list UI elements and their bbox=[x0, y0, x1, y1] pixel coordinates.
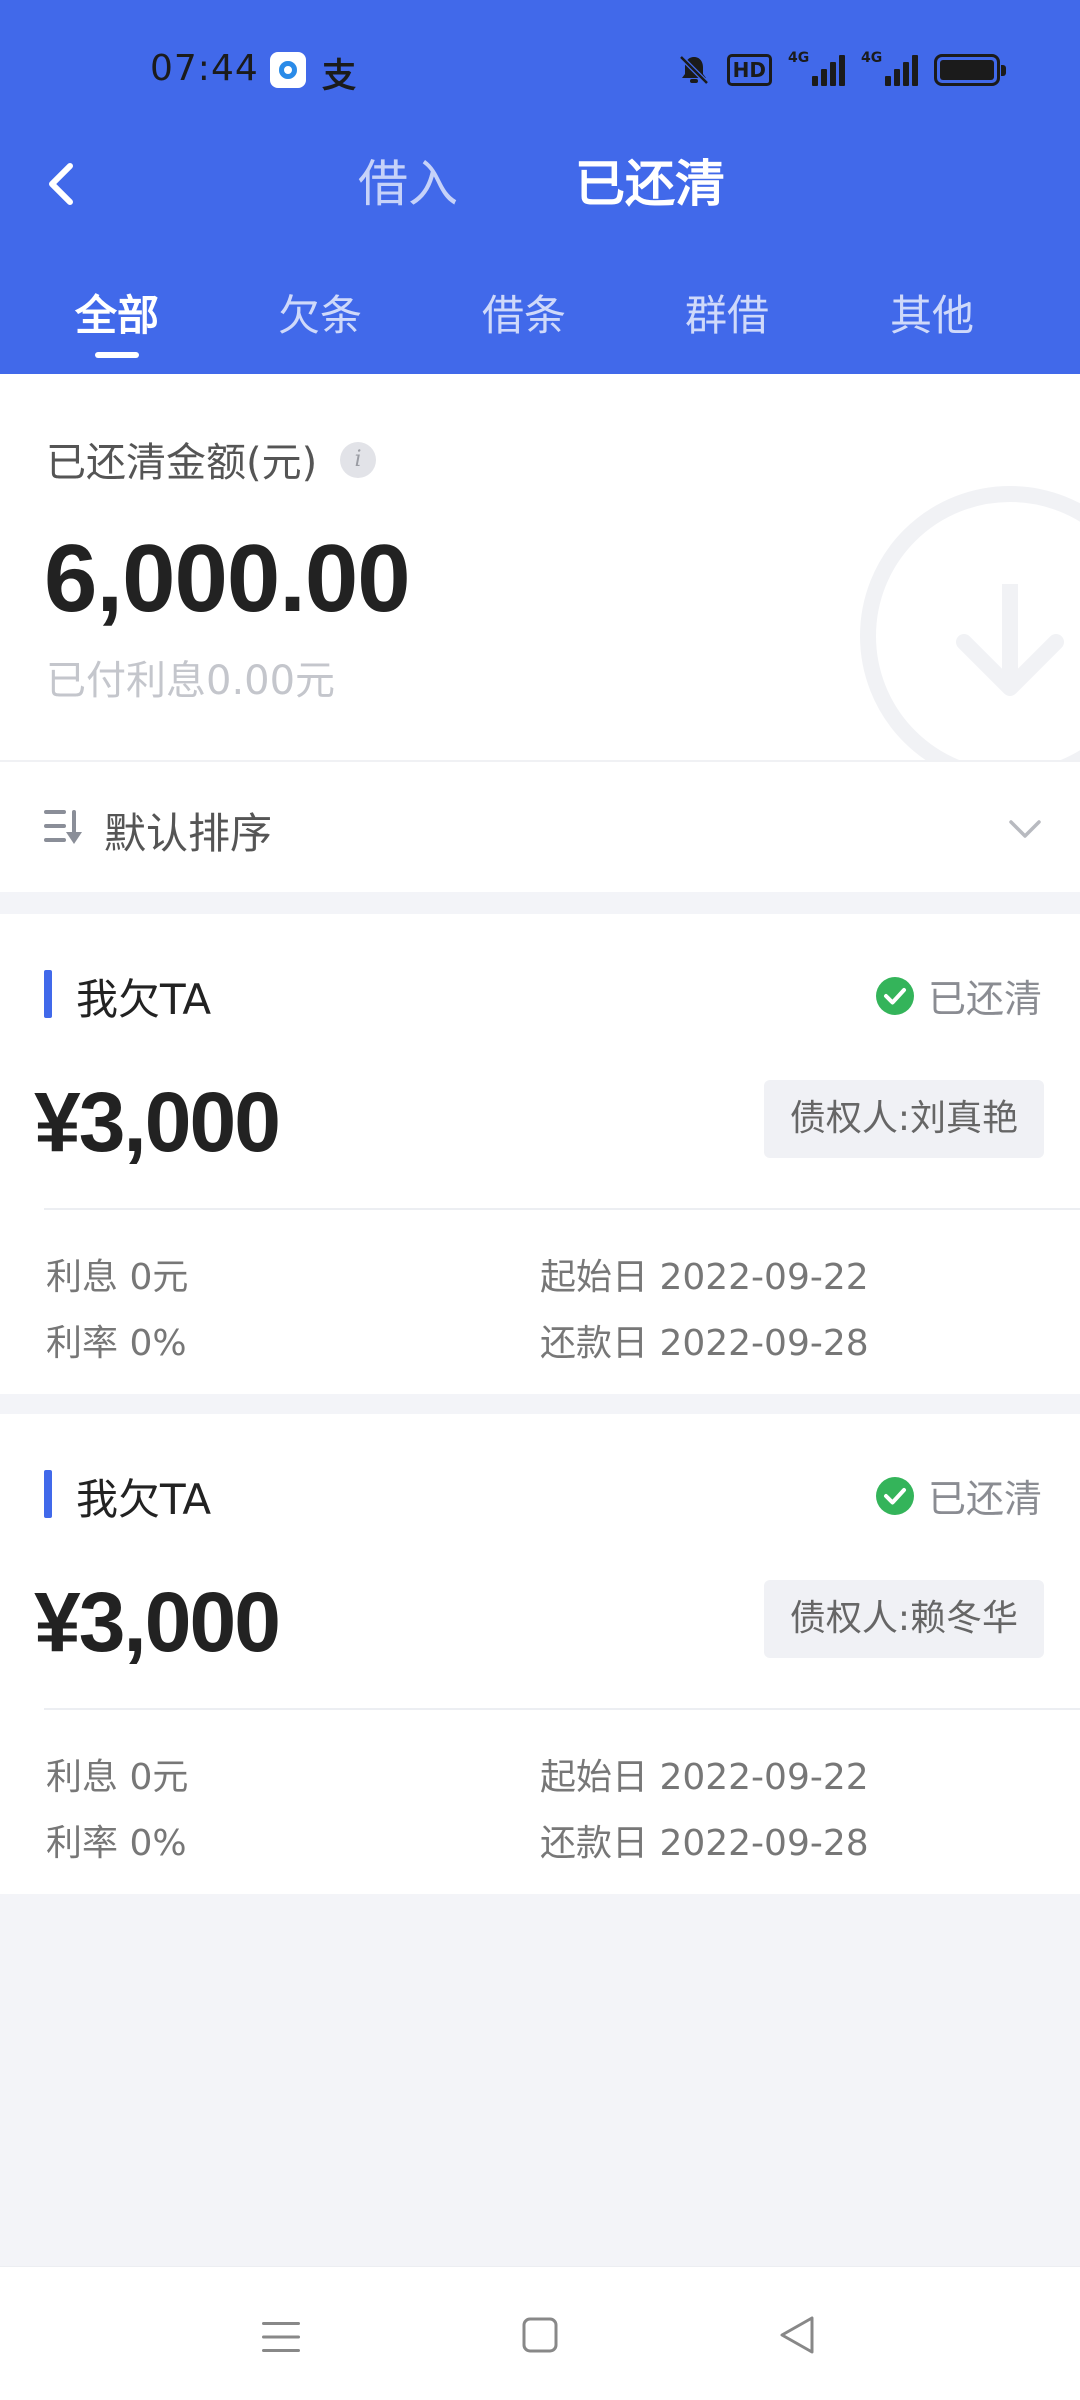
record-type: 我欠TA bbox=[76, 975, 212, 1024]
header: 07:44 支 HD 4G 4G 借入 已还清 全部 欠条 借条 群借 其他 bbox=[0, 0, 1080, 374]
summary-panel: 已还清金额(元) i 6,000.00 已付利息0.00元 bbox=[0, 374, 1080, 760]
chevron-left-icon[interactable] bbox=[40, 158, 80, 210]
menu-icon[interactable] bbox=[262, 2319, 300, 2355]
mute-bell-icon bbox=[678, 55, 709, 85]
summary-label: 已还清金额(元) bbox=[46, 440, 318, 486]
status-text: 已还清 bbox=[927, 977, 1042, 1021]
record-interest: 利息 0元 bbox=[46, 1257, 189, 1298]
creditor-tag: 债权人:刘真艳 bbox=[763, 1080, 1044, 1158]
record-due-date: 还款日 2022-09-28 bbox=[540, 1823, 869, 1864]
subtab-iou[interactable]: 欠条 bbox=[250, 286, 390, 346]
record-amount: ¥3,000 bbox=[34, 1075, 281, 1169]
home-icon[interactable] bbox=[522, 2317, 558, 2353]
sort-icon bbox=[44, 810, 82, 844]
subtab-group-loan[interactable]: 群借 bbox=[657, 286, 797, 346]
record-amount: ¥3,000 bbox=[34, 1575, 281, 1669]
alipay-icon: 支 bbox=[322, 56, 356, 96]
subtab-loan-note[interactable]: 借条 bbox=[454, 286, 594, 346]
system-nav-bar bbox=[0, 2266, 1080, 2400]
status-badge: 已还清 bbox=[875, 968, 1042, 1023]
record-start-date: 起始日 2022-09-22 bbox=[540, 1757, 869, 1798]
creditor-tag: 债权人:赖冬华 bbox=[763, 1580, 1044, 1658]
record-type: 我欠TA bbox=[76, 1475, 212, 1524]
record-rate: 利率 0% bbox=[46, 1323, 187, 1364]
info-icon[interactable]: i bbox=[340, 442, 376, 478]
signal-label: 4G bbox=[861, 50, 883, 66]
record-due-date: 还款日 2022-09-28 bbox=[540, 1323, 869, 1364]
record-card[interactable]: 我欠TA 已还清 ¥3,000 债权人:赖冬华 利息 0元 利率 0% 起始日 … bbox=[0, 1414, 1080, 1894]
tab-repaid[interactable]: 已还清 bbox=[575, 152, 725, 216]
status-time: 07:44 bbox=[150, 48, 259, 89]
sort-label[interactable]: 默认排序 bbox=[104, 800, 272, 861]
status-bar: 07:44 支 HD 4G 4G bbox=[0, 0, 1080, 140]
card-accent-bar bbox=[44, 1470, 52, 1518]
signal-icon: 4G bbox=[861, 50, 918, 86]
signal-icon: 4G bbox=[788, 50, 845, 86]
tab-borrow[interactable]: 借入 bbox=[358, 152, 458, 216]
interest-paid: 已付利息0.00元 bbox=[46, 658, 336, 704]
battery-icon bbox=[934, 54, 1006, 86]
status-text: 已还清 bbox=[927, 1477, 1042, 1521]
status-badge: 已还清 bbox=[875, 1468, 1042, 1523]
check-circle-icon bbox=[875, 976, 914, 1015]
chevron-down-icon[interactable] bbox=[1008, 818, 1042, 840]
app-notification-icon bbox=[270, 52, 306, 88]
divider bbox=[44, 1708, 1080, 1710]
divider bbox=[44, 1208, 1080, 1210]
signal-label: 4G bbox=[788, 50, 810, 66]
record-start-date: 起始日 2022-09-22 bbox=[540, 1257, 869, 1298]
back-icon[interactable] bbox=[778, 2315, 816, 2355]
filter-tabs: 全部 欠条 借条 群借 其他 bbox=[0, 286, 1080, 358]
record-card[interactable]: 我欠TA 已还清 ¥3,000 债权人:刘真艳 利息 0元 利率 0% 起始日 … bbox=[0, 914, 1080, 1394]
status-icons: HD 4G 4G bbox=[677, 50, 1006, 90]
check-circle-icon bbox=[875, 1476, 914, 1515]
subtab-other[interactable]: 其他 bbox=[862, 286, 1002, 346]
subtab-all[interactable]: 全部 bbox=[47, 286, 187, 358]
sort-bar[interactable]: 默认排序 bbox=[0, 760, 1080, 892]
down-arrow-icon bbox=[956, 584, 1064, 696]
repaid-total-amount: 6,000.00 bbox=[44, 525, 411, 632]
card-accent-bar bbox=[44, 970, 52, 1018]
record-interest: 利息 0元 bbox=[46, 1757, 189, 1798]
hd-badge: HD bbox=[726, 54, 772, 86]
record-rate: 利率 0% bbox=[46, 1823, 187, 1864]
